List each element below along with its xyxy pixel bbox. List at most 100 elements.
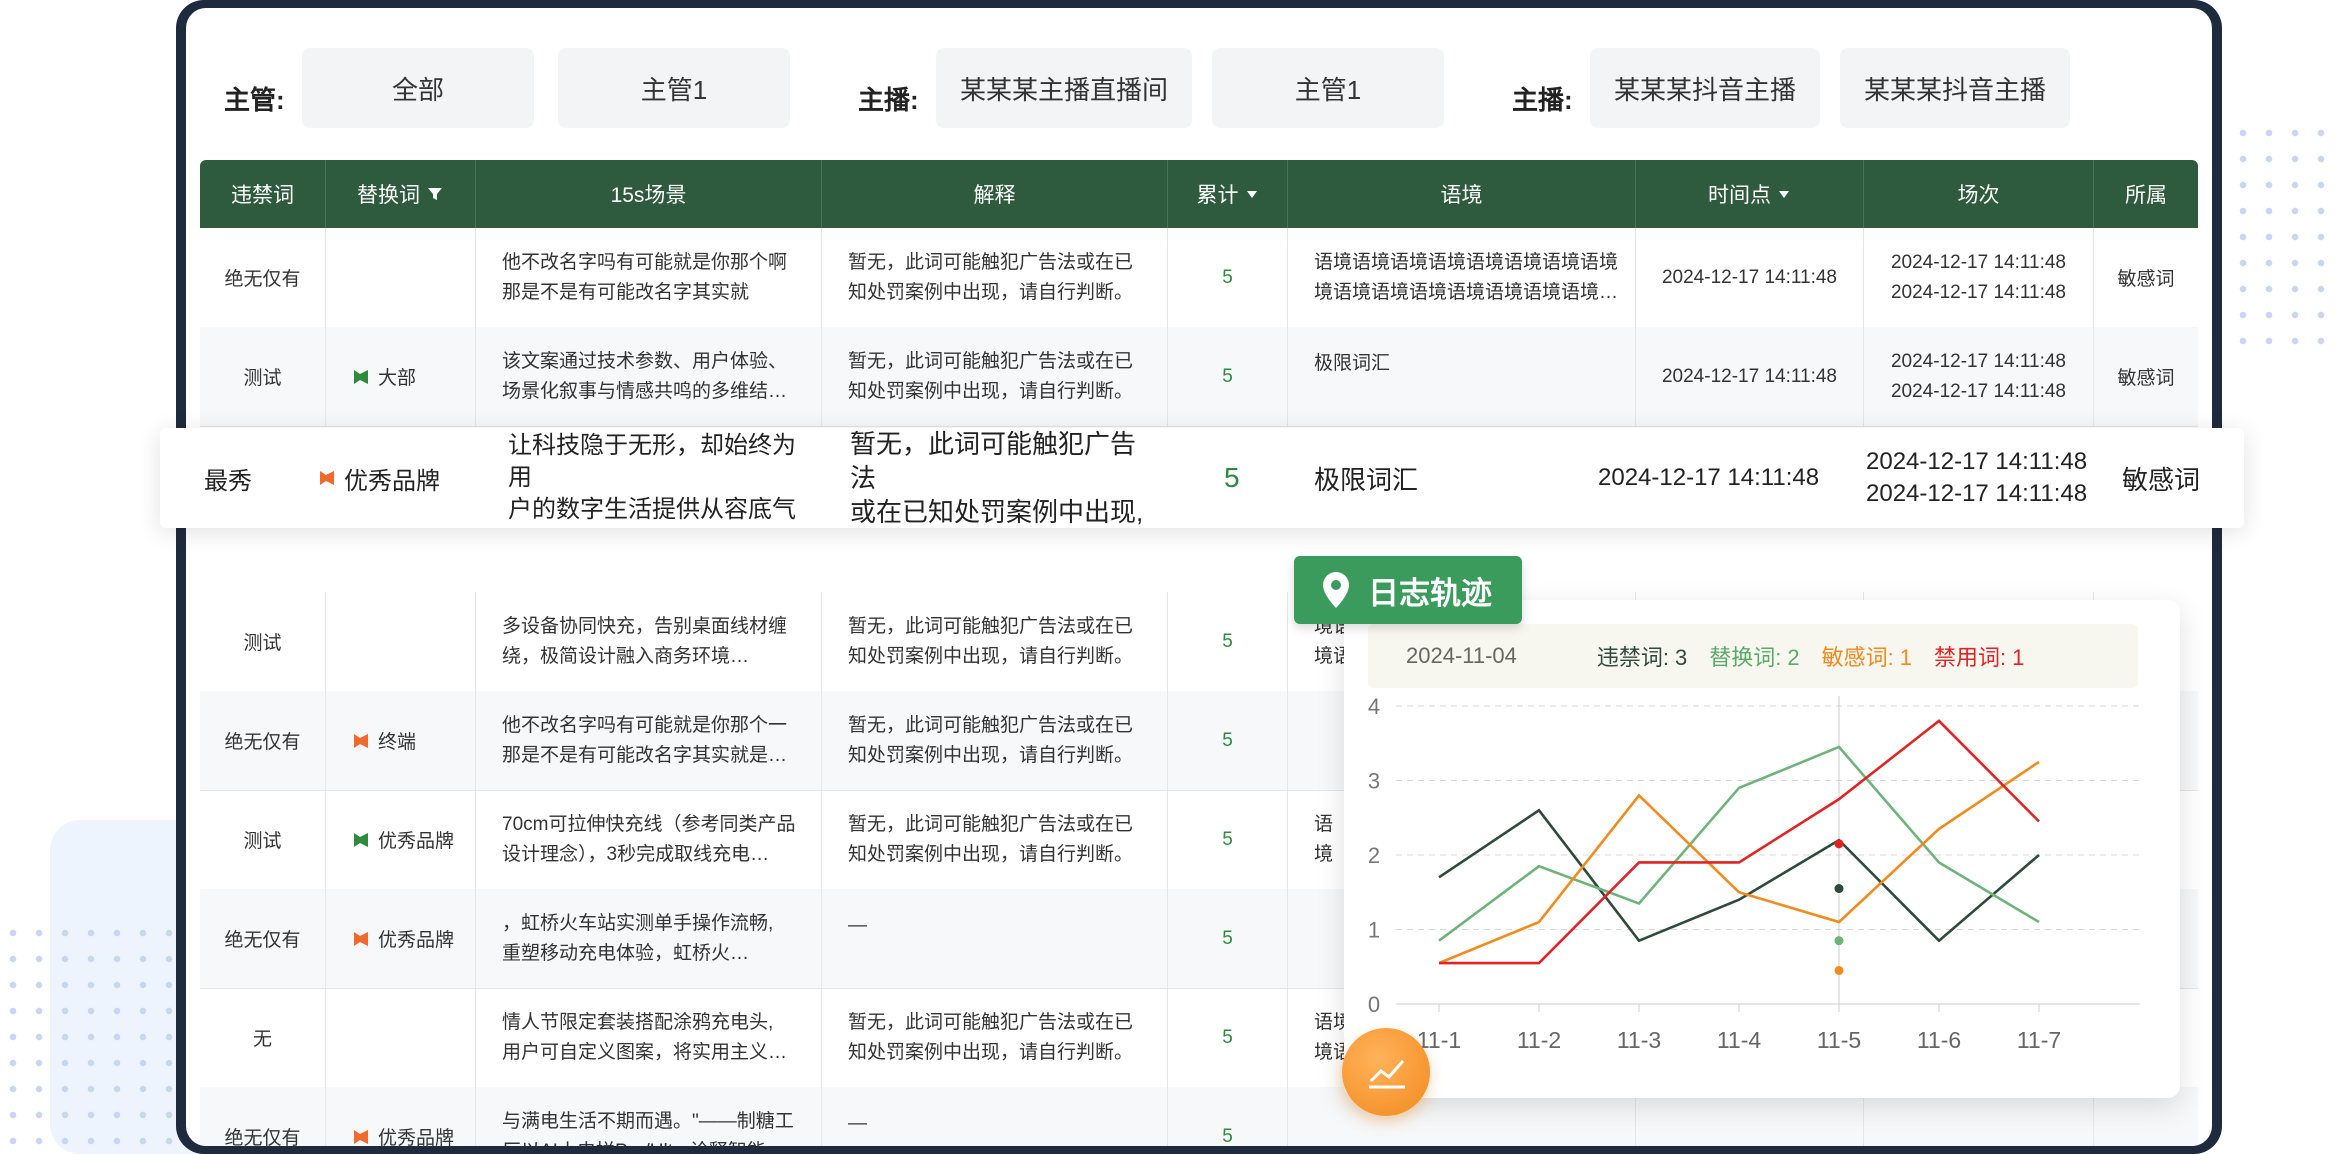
series-line <box>1438 745 2040 942</box>
cell-exp-lines: 暂无，此词可能触犯广告法或在已 知处罚案例中出现，请自行判断。 <box>848 711 1133 771</box>
cell-word-text: 无 <box>252 1029 272 1050</box>
hl-scene-line2: 户的数字生活提供从容底气 <box>508 496 796 523</box>
log-chart-panel: 2024-11-04 违禁词: 3 替换词: 2 敏感词: 1 禁用词: 1 0 1 2 3 4 11-… <box>1344 600 2180 1098</box>
chart-fab-button[interactable] <box>1342 1028 1430 1116</box>
col-header-scene: 15s场景 <box>476 160 822 228</box>
col-header-count-label: 累计 <box>1196 184 1239 207</box>
cell-scene-line2: 绕，极简设计融入商务环境… <box>502 645 750 667</box>
flag-orange-icon <box>354 733 368 748</box>
cell-word: 绝无仅有 <box>200 228 326 327</box>
cell-exp-line2: 知处罚案例中出现，请自行判断。 <box>848 645 1134 667</box>
manager-select-all[interactable]: 全部 <box>302 48 534 128</box>
col-header-time-label: 时间点 <box>1708 184 1771 207</box>
hl-session-line1: 2024-12-17 14:11:48 <box>1866 448 2088 475</box>
col-header-time[interactable]: 时间点 <box>1636 160 1864 228</box>
table-row[interactable]: 测试 大部 该文案通过技术参数、用户体验、 场景化叙事与情感共鸣的多维结… 暂无，此词可… <box>200 327 2198 427</box>
cell-scene-line1: 情人节限定套装搭配涂鸦充电头, <box>502 1011 774 1033</box>
cell-sess-line2: 2024-12-17 14:11:48 <box>1890 380 2067 402</box>
cell-replace: 优秀品牌 <box>326 889 476 988</box>
log-track-button[interactable]: 日志轨迹 <box>1294 556 1522 624</box>
flag-green-icon <box>354 369 368 384</box>
cell-count: 5 <box>1168 988 1288 1087</box>
cell-word: 绝无仅有 <box>200 1087 326 1146</box>
cell-exp-line2: 知处罚案例中出现，请自行判断。 <box>848 843 1134 865</box>
cell-scene-lines: 70cm可拉伸快充线（参考同类产品 设计理念），3秒完成取线充电… <box>502 810 795 870</box>
anchor-douyin-select-2[interactable]: 某某某抖音主播 <box>1840 48 2070 128</box>
x-tick-label: 11-2 <box>1517 1027 1561 1053</box>
cell-exp-line1: 暂无，此词可能触犯广告法或在已 <box>848 251 1134 273</box>
table-row[interactable]: 绝无仅有 他不改名字吗有可能就是你那个啊 那是不是有可能改名字其实就 暂无，此词可能触… <box>200 228 2198 328</box>
cell-word-text: 测试 <box>243 368 282 389</box>
cell-word: 绝无仅有 <box>200 889 326 988</box>
col-header-word: 违禁词 <box>200 160 326 228</box>
cell-exp-line1: — <box>848 915 867 936</box>
cell-scene: 与满电生活不期而遇。"——制糖工厂以AI小电拼Pro/Ultra诠释智能… <box>476 1087 822 1146</box>
anchor-room-select[interactable]: 某某某主播直播间 <box>936 48 1192 128</box>
cell-count: 5 <box>1168 790 1288 889</box>
hl-explain-line1: 暂无，此词可能触犯广告法 <box>850 429 1137 493</box>
cell-ctx-lines: 语境语境语境语境语境语境语境语境 境语境语境语境语境语境语境语境… <box>1314 248 1618 308</box>
cell-word-text: 测试 <box>243 831 282 852</box>
cell-ctx-lines: 极限词汇 <box>1314 349 1390 379</box>
cell-scene-line2: 重塑移动充电体验，虹桥火… <box>502 942 750 964</box>
flag-orange-icon <box>354 931 368 946</box>
cell-scene: 多设备协同快充，告别桌面线材缠 绕，极简设计融入商务环境… <box>476 592 822 691</box>
col-header-context: 语境 <box>1288 160 1636 228</box>
decor-dots-left <box>0 920 200 1154</box>
highlighted-row[interactable]: 最秀 优秀品牌 让科技隐于无形，却始终为用 户的数字生活提供从容底气 暂无，此词… <box>160 428 2244 528</box>
sort-down-icon[interactable] <box>1777 187 1791 201</box>
cell-replace-text: 优秀品牌 <box>378 1128 455 1146</box>
cell-replace: 终端 <box>326 691 476 790</box>
anchor-label-2: 主播: <box>1512 85 1573 115</box>
cell-ctx-line2: 境语境语境语境语境语境语境语境… <box>1314 281 1619 303</box>
cell-exp-lines: — <box>848 911 867 941</box>
cell-word: 测试 <box>200 790 326 889</box>
cell-scene: 70cm可拉伸快充线（参考同类产品 设计理念），3秒完成取线充电… <box>476 790 822 889</box>
hl-session: 2024-12-17 14:11:48 2024-12-17 14:11:48 <box>1866 428 2087 528</box>
cell-exp-lines: — <box>848 1109 867 1139</box>
sort-down-icon[interactable] <box>1245 187 1259 201</box>
cell-scene-lines: 他不改名字吗有可能就是你那个一 那是不是有可能改名字其实就是… <box>502 711 787 771</box>
flag-orange-icon <box>320 471 334 485</box>
manager-select-1[interactable]: 主管1 <box>558 48 790 128</box>
cell-word-text: 测试 <box>243 633 282 654</box>
cell-scene-line2: 厂以AI小电拼Pro/Ultra诠释智能… <box>502 1137 794 1147</box>
cell-category: 敏感词 <box>2094 228 2198 327</box>
col-header-replace[interactable]: 替换词 <box>326 160 476 228</box>
cell-count-text: 5 <box>1222 365 1233 387</box>
manager-select-2[interactable]: 主管1 <box>1212 48 1444 128</box>
log-track-label: 日志轨迹 <box>1368 575 1492 611</box>
cell-ctx: 语境语境语境语境语境语境语境语境 境语境语境语境语境语境语境语境… <box>1288 228 1636 327</box>
cell-time: 2024-12-17 14:11:48 <box>1636 327 1864 426</box>
y-tick-label: 0 <box>1368 992 1380 1017</box>
line-chart: 0123411-1 11-2 11-3 11-4 11-5 11-6 11-7 <box>1368 694 2140 1053</box>
col-header-session: 场次 <box>1864 160 2094 228</box>
y-tick-label: 4 <box>1368 694 1380 719</box>
hl-scene-line1: 让科技隐于无形，却始终为用 <box>508 432 796 491</box>
cell-scene: ，虹桥火车站实测单手操作流畅, 重塑移动充电体验，虹桥火… <box>476 889 822 988</box>
anchor-douyin-select-1[interactable]: 某某某抖音主播 <box>1590 48 1820 128</box>
hl-replace: 优秀品牌 <box>318 428 440 528</box>
cell-exp: 暂无，此词可能触犯广告法或在已 知处罚案例中出现，请自行判断。 <box>822 988 1168 1087</box>
cell-count: 5 <box>1168 1087 1288 1146</box>
cell-sess-lines: 2024-12-17 14:11:48 2024-12-17 14:11:48 <box>1891 248 2066 308</box>
hl-explain-line2: 或在已知处罚案例中出现, <box>850 497 1144 527</box>
col-header-category: 所属 <box>2125 184 2167 207</box>
hl-replace-text: 优秀品牌 <box>344 467 440 495</box>
cell-word-text: 绝无仅有 <box>224 930 301 951</box>
cell-scene-line2: 那是不是有可能改名字其实就 <box>502 281 750 303</box>
cell-scene-lines: 情人节限定套装搭配涂鸦充电头, 用户可自定义图案，将实用主义… <box>502 1008 787 1068</box>
col-header-count[interactable]: 累计 <box>1168 160 1288 228</box>
cell-count-text: 5 <box>1222 266 1233 288</box>
cell-scene-line2: 设计理念），3秒完成取线充电… <box>502 843 770 865</box>
cell-exp: 暂无，此词可能触犯广告法或在已 知处罚案例中出现，请自行判断。 <box>822 592 1168 691</box>
cell-sess: 2024-12-17 14:11:48 2024-12-17 14:11:48 <box>1864 228 2094 327</box>
cell-scene-lines: 该文案通过技术参数、用户体验、 场景化叙事与情感共鸣的多维结… <box>502 347 787 407</box>
cell-exp: 暂无，此词可能触犯广告法或在已 知处罚案例中出现，请自行判断。 <box>822 228 1168 327</box>
hl-context: 极限词汇 <box>1314 464 1419 495</box>
cell-exp-lines: 暂无，此词可能触犯广告法或在已 知处罚案例中出现，请自行判断。 <box>848 612 1133 672</box>
cell-count: 5 <box>1168 889 1288 988</box>
x-tick-label: 11-6 <box>1917 1027 1961 1053</box>
cell-replace-text: 终端 <box>378 732 417 753</box>
filter-icon[interactable] <box>426 185 444 203</box>
